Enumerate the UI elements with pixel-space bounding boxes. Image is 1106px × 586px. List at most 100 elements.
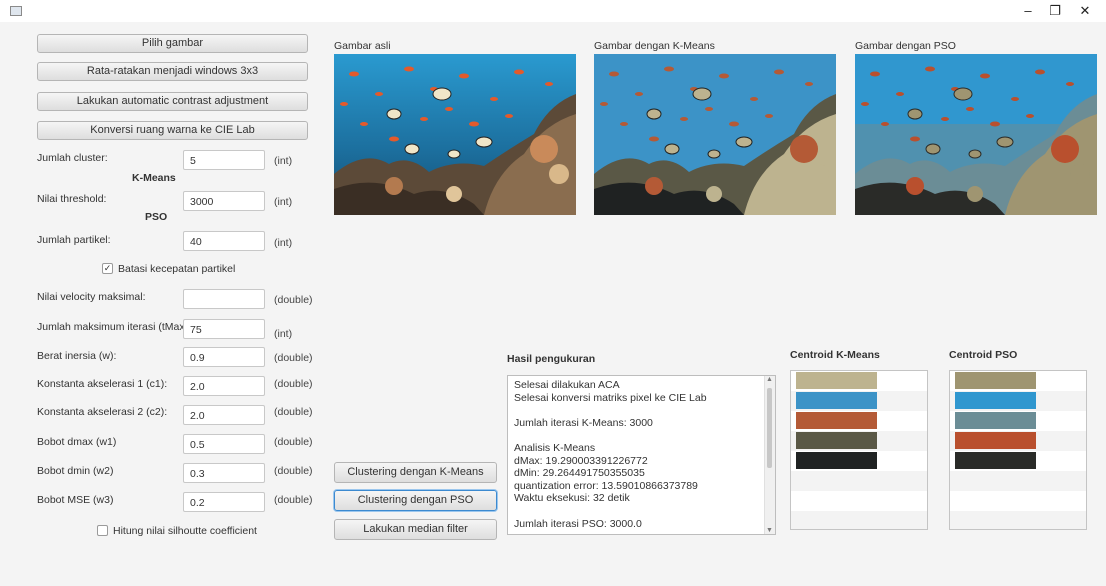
c1-unit: (double) (274, 378, 313, 390)
app-icon (10, 6, 22, 16)
c2-unit: (double) (274, 406, 313, 418)
limit-velocity-label: Batasi kecepatan partikel (118, 263, 236, 275)
pso-centroid-swatch (955, 432, 1036, 449)
pso-centroid-row[interactable] (950, 371, 1086, 391)
kmeans-centroid-swatch (796, 432, 877, 449)
max-iteration-unit: (int) (274, 328, 293, 340)
w3-field[interactable]: 0.2 (183, 492, 265, 512)
results-line: Selesai dilakukan ACA (514, 379, 620, 391)
kmeans-centroid-row[interactable] (791, 491, 927, 511)
results-line (514, 429, 764, 442)
kmeans-centroid-row[interactable] (791, 371, 927, 391)
minimize-button[interactable]: – (1016, 2, 1040, 20)
kmeans-centroid-row[interactable] (791, 431, 927, 451)
inertia-unit: (double) (274, 352, 313, 364)
c2-field[interactable]: 2.0 (183, 405, 265, 425)
inertia-field[interactable]: 0.9 (183, 347, 265, 367)
kmeans-centroid-row[interactable] (791, 411, 927, 431)
max-velocity-unit: (double) (274, 294, 313, 306)
results-line: Jumlah iterasi K-Means: 3000 (514, 416, 653, 429)
pso-centroid-list[interactable] (949, 370, 1087, 530)
w1-field[interactable]: 0.5 (183, 434, 265, 454)
pso-centroid-row[interactable] (950, 491, 1086, 511)
c1-label: Konstanta akselerasi 1 (c1): (37, 378, 168, 390)
kmeans-centroid-row[interactable] (791, 511, 927, 529)
scroll-up-icon[interactable]: ▲ (766, 376, 773, 383)
max-velocity-field[interactable] (183, 289, 265, 309)
results-textarea[interactable]: Selesai dilakukan ACA Selesai konversi ma… (507, 375, 776, 535)
pso-centroid-swatch (955, 372, 1036, 389)
pso-centroid-row[interactable] (950, 391, 1086, 411)
cluster-kmeans-button[interactable]: Clustering dengan K-Means (334, 462, 497, 483)
c2-label: Konstanta akselerasi 2 (c2): (37, 406, 168, 418)
results-line (514, 404, 764, 417)
kmeans-centroid-swatch (796, 412, 877, 429)
maximize-button[interactable]: ❐ (1043, 2, 1067, 20)
pso-centroid-title: Centroid PSO (949, 349, 1018, 361)
results-scrollbar[interactable]: ▲ ▼ (764, 376, 775, 534)
cluster-count-label: Jumlah cluster: (37, 152, 108, 164)
w2-unit: (double) (274, 465, 313, 477)
pso-centroid-row[interactable] (950, 451, 1086, 471)
w1-label: Bobot dmax (w1) (37, 436, 117, 448)
contrast-adjustment-button[interactable]: Lakukan automatic contrast adjustment (37, 92, 308, 111)
results-line: Jumlah iterasi PSO: 3000.0 (514, 517, 642, 530)
title-bar: – ❐ ✕ (0, 0, 1106, 22)
results-title: Hasil pengukuran (507, 353, 596, 365)
pso-centroid-row[interactable] (950, 511, 1086, 529)
kmeans-centroid-list[interactable] (790, 370, 928, 530)
original-image (334, 54, 576, 215)
pso-section-heading: PSO (145, 211, 168, 223)
silhouette-label: Hitung nilai silhoutte coefficient (113, 525, 257, 537)
choose-image-button[interactable]: Pilih gambar (37, 34, 308, 53)
kmeans-centroid-swatch (796, 452, 877, 469)
cluster-count-unit: (int) (274, 155, 293, 167)
average-windows-button[interactable]: Rata-ratakan menjadi windows 3x3 (37, 62, 308, 81)
threshold-field[interactable]: 3000 (183, 191, 265, 211)
convert-cielab-button[interactable]: Konversi ruang warna ke CIE Lab (37, 121, 308, 140)
threshold-label: Nilai threshold: (37, 193, 107, 205)
pso-centroid-swatch (955, 392, 1036, 409)
pso-image-caption: Gambar dengan PSO (855, 40, 956, 52)
original-image-caption: Gambar asli (334, 40, 391, 52)
w1-unit: (double) (274, 436, 313, 448)
w3-label: Bobot MSE (w3) (37, 494, 114, 506)
cluster-count-field[interactable]: 5 (183, 150, 265, 170)
particle-count-label: Jumlah partikel: (37, 234, 111, 246)
w2-field[interactable]: 0.3 (183, 463, 265, 483)
threshold-unit: (int) (274, 196, 293, 208)
max-velocity-label: Nilai velocity maksimal: (37, 291, 146, 303)
results-line: dMax: 19.290003391226772 (514, 454, 648, 467)
limit-velocity-checkbox[interactable]: ✓ (102, 263, 113, 274)
max-iteration-label: Jumlah maksimum iterasi (tMax): (37, 321, 192, 333)
kmeans-centroid-row[interactable] (791, 391, 927, 411)
results-line: Analisis K-Means (514, 441, 596, 454)
kmeans-centroid-swatch (796, 372, 877, 389)
kmeans-centroid-row[interactable] (791, 451, 927, 471)
max-iteration-field[interactable]: 75 (183, 319, 265, 339)
kmeans-centroid-swatch (796, 392, 877, 409)
kmeans-section-heading: K-Means (132, 172, 176, 184)
scroll-thumb[interactable] (767, 388, 772, 468)
pso-centroid-swatch (955, 412, 1036, 429)
particle-count-field[interactable]: 40 (183, 231, 265, 251)
kmeans-image (594, 54, 836, 215)
pso-centroid-row[interactable] (950, 431, 1086, 451)
pso-centroid-row[interactable] (950, 411, 1086, 431)
pso-centroid-row[interactable] (950, 471, 1086, 491)
scroll-down-icon[interactable]: ▼ (766, 527, 773, 534)
cluster-pso-button[interactable]: Clustering dengan PSO (334, 490, 497, 511)
particle-count-unit: (int) (274, 237, 293, 249)
results-line: quantization error: 13.59010866373789 (514, 479, 698, 492)
results-line (514, 505, 764, 518)
results-line: dMin: 29.264491750355035 (514, 467, 645, 480)
median-filter-button[interactable]: Lakukan median filter (334, 519, 497, 540)
kmeans-centroid-row[interactable] (791, 471, 927, 491)
close-button[interactable]: ✕ (1073, 2, 1097, 20)
c1-field[interactable]: 2.0 (183, 376, 265, 396)
results-line: Selesai konversi matriks pixel ke CIE La… (514, 391, 707, 404)
w2-label: Bobot dmin (w2) (37, 465, 114, 477)
results-line: Waktu eksekusi: 32 detik (514, 492, 630, 505)
results-text: Selesai dilakukan ACA Selesai konversi ma… (514, 379, 764, 530)
silhouette-checkbox[interactable] (97, 525, 108, 536)
